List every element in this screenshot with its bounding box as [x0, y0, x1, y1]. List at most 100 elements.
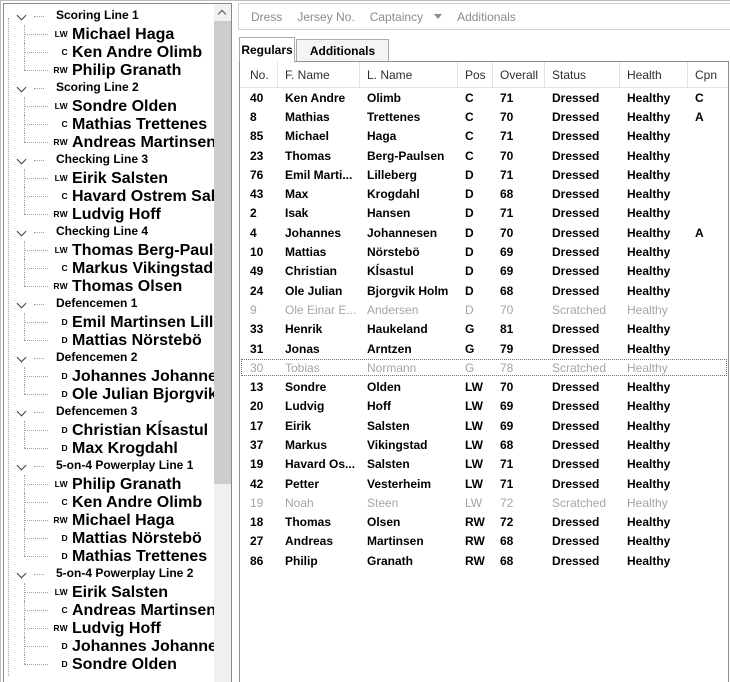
table-row[interactable]: 23 Thomas Berg-Paulsen C 70 Dressed Heal…: [240, 146, 728, 165]
tree-vertical-scrollbar[interactable]: [214, 4, 231, 682]
tree-item[interactable]: C Mathias Trettenes: [4, 115, 214, 133]
tree-item[interactable]: RW Thomas Olsen: [4, 277, 214, 295]
tree-item[interactable]: LW Sondre Olden: [4, 97, 214, 115]
cell-pos: RW: [465, 553, 485, 568]
tree-item[interactable]: D Christian Kĺsastul: [4, 421, 214, 439]
table-row[interactable]: 40 Ken Andre Olimb C 71 Dressed Healthy …: [240, 88, 728, 107]
tree-group-row[interactable]: Checking Line 4: [4, 223, 214, 241]
table-row[interactable]: 37 Markus Vikingstad LW 68 Dressed Healt…: [240, 435, 728, 454]
table-row[interactable]: 30 Tobias Normann G 78 Scratched Healthy: [240, 358, 728, 377]
tree-item[interactable]: D Johannes Johannesen: [4, 637, 214, 655]
table-row[interactable]: 18 Thomas Olsen RW 72 Dressed Healthy: [240, 513, 728, 532]
tree-group-row[interactable]: 5-on-4 Powerplay Line 1: [4, 457, 214, 475]
scrollbar-thumb[interactable]: [214, 21, 231, 484]
col-cpn[interactable]: Cpn: [688, 62, 728, 87]
col-fname[interactable]: F. Name: [278, 62, 360, 87]
tree-item[interactable]: D Mathias Trettenes: [4, 547, 214, 565]
chevron-down-icon[interactable]: [16, 298, 27, 309]
table-row[interactable]: 33 Henrik Haukeland G 81 Dressed Healthy: [240, 320, 728, 339]
tree-group-row[interactable]: Scoring Line 1: [4, 7, 214, 25]
col-no[interactable]: No.: [240, 62, 278, 87]
table-row[interactable]: 43 Max Krogdahl D 68 Dressed Healthy: [240, 184, 728, 203]
chevron-down-icon[interactable]: [16, 10, 27, 21]
toolbar-item-jersey-no[interactable]: Jersey No.: [297, 10, 354, 24]
tree-item[interactable]: D Max Krogdahl: [4, 439, 214, 457]
tree-item[interactable]: LW Eirik Salsten: [4, 583, 214, 601]
chevron-down-icon[interactable]: [16, 226, 27, 237]
tree-group-row[interactable]: Defencemen 1: [4, 295, 214, 313]
toolbar-item-dress[interactable]: Dress: [251, 10, 282, 24]
table-row[interactable]: 19 Noah Steen LW 72 Scratched Healthy: [240, 493, 728, 512]
table-row[interactable]: 2 Isak Hansen D 71 Dressed Healthy: [240, 204, 728, 223]
table-row[interactable]: 31 Jonas Arntzen G 79 Dressed Healthy: [240, 339, 728, 358]
table-row[interactable]: 4 Johannes Johannesen D 70 Dressed Healt…: [240, 223, 728, 242]
cell-no: 43: [250, 187, 264, 202]
cell-overall: 71: [500, 167, 514, 182]
tab-regulars[interactable]: Regulars: [239, 37, 295, 62]
col-status[interactable]: Status: [545, 62, 620, 87]
chevron-down-icon[interactable]: [16, 154, 27, 165]
table-row[interactable]: 27 Andreas Martinsen RW 68 Dressed Healt…: [240, 532, 728, 551]
tree-item[interactable]: RW Philip Granath: [4, 61, 214, 79]
tab-additionals[interactable]: Additionals: [296, 39, 389, 61]
cell-cpn: [688, 474, 728, 493]
table-row[interactable]: 10 Mattias Nörstebö D 69 Dressed Healthy: [240, 242, 728, 261]
player-name: Michael Haga: [72, 512, 175, 529]
toolbar-item-captaincy[interactable]: Captaincy: [370, 10, 423, 24]
cell-fname: Ole Julian: [285, 283, 343, 298]
tree-item[interactable]: C Ken Andre Olimb: [4, 493, 214, 511]
table-row[interactable]: 85 Michael Haga C 71 Dressed Healthy: [240, 127, 728, 146]
table-row[interactable]: 13 Sondre Olden LW 70 Dressed Healthy: [240, 377, 728, 396]
tree-item[interactable]: RW Ludvig Hoff: [4, 205, 214, 223]
tree-item[interactable]: D Emil Martinsen Lilleberg: [4, 313, 214, 331]
tree-item[interactable]: LW Thomas Berg-Paulsen: [4, 241, 214, 259]
table-row[interactable]: 19 Havard Os... Salsten LW 71 Dressed He…: [240, 455, 728, 474]
table-row[interactable]: 86 Philip Granath RW 68 Dressed Healthy: [240, 551, 728, 570]
cell-status: Dressed: [552, 167, 600, 182]
tree-item[interactable]: C Markus Vikingstad: [4, 259, 214, 277]
col-health[interactable]: Health: [620, 62, 688, 87]
table-row[interactable]: 42 Petter Vesterheim LW 71 Dressed Healt…: [240, 474, 728, 493]
tree-group-row[interactable]: Scoring Line 2: [4, 79, 214, 97]
tree-group-row[interactable]: Defencemen 2: [4, 349, 214, 367]
cell-pos: LW: [465, 380, 483, 395]
chevron-down-icon[interactable]: [16, 568, 27, 579]
table-row[interactable]: 20 Ludvig Hoff LW 69 Dressed Healthy: [240, 397, 728, 416]
tree-item[interactable]: RW Andreas Martinsen: [4, 133, 214, 151]
tree-item[interactable]: RW Ludvig Hoff: [4, 619, 214, 637]
tree-item[interactable]: LW Eirik Salsten: [4, 169, 214, 187]
table-row[interactable]: 76 Emil Marti... Lilleberg D 71 Dressed …: [240, 165, 728, 184]
table-row[interactable]: 17 Eirik Salsten LW 69 Dressed Healthy: [240, 416, 728, 435]
table-row[interactable]: 9 Ole Einar E... Andersen D 70 Scratched…: [240, 300, 728, 319]
chevron-down-icon[interactable]: [16, 406, 27, 417]
chevron-down-icon[interactable]: [16, 460, 27, 471]
col-lname[interactable]: L. Name: [360, 62, 458, 87]
cell-pos: LW: [465, 476, 483, 491]
tree-item[interactable]: D Johannes Johannesen: [4, 367, 214, 385]
tree-group-row[interactable]: Checking Line 3: [4, 151, 214, 169]
toolbar-item-additionals[interactable]: Additionals: [457, 10, 516, 24]
col-overall[interactable]: Overall: [493, 62, 545, 87]
tree-item[interactable]: D Ole Julian Bjorgvik Holm: [4, 385, 214, 403]
tree-group-row[interactable]: 5-on-4 Powerplay Line 2: [4, 565, 214, 583]
scroll-up-button[interactable]: [214, 4, 231, 21]
tree-item[interactable]: C Andreas Martinsen: [4, 601, 214, 619]
tree-item[interactable]: RW Michael Haga: [4, 511, 214, 529]
tree-item[interactable]: D Mattias Nörstebö: [4, 529, 214, 547]
table-row[interactable]: 24 Ole Julian Bjorgvik Holm D 68 Dressed…: [240, 281, 728, 300]
tree-item[interactable]: D Sondre Olden: [4, 655, 214, 673]
tree-item[interactable]: LW Michael Haga: [4, 25, 214, 43]
tree-item[interactable]: C Havard Ostrem Salsten: [4, 187, 214, 205]
tree-item[interactable]: D Mattias Nörstebö: [4, 331, 214, 349]
table-row[interactable]: 8 Mathias Trettenes C 70 Dressed Healthy…: [240, 107, 728, 126]
chevron-down-icon[interactable]: [16, 352, 27, 363]
tree-group-row[interactable]: Defencemen 3: [4, 403, 214, 421]
chevron-down-icon[interactable]: [16, 82, 27, 93]
tree-item[interactable]: LW Philip Granath: [4, 475, 214, 493]
table-row[interactable]: 49 Christian Kĺsastul D 69 Dressed Healt…: [240, 262, 728, 281]
chevron-down-icon[interactable]: [434, 14, 443, 19]
tree-item[interactable]: C Ken Andre Olimb: [4, 43, 214, 61]
col-pos[interactable]: Pos: [458, 62, 493, 87]
cell-no: 23: [250, 148, 264, 163]
position-tag: RW: [53, 65, 68, 75]
